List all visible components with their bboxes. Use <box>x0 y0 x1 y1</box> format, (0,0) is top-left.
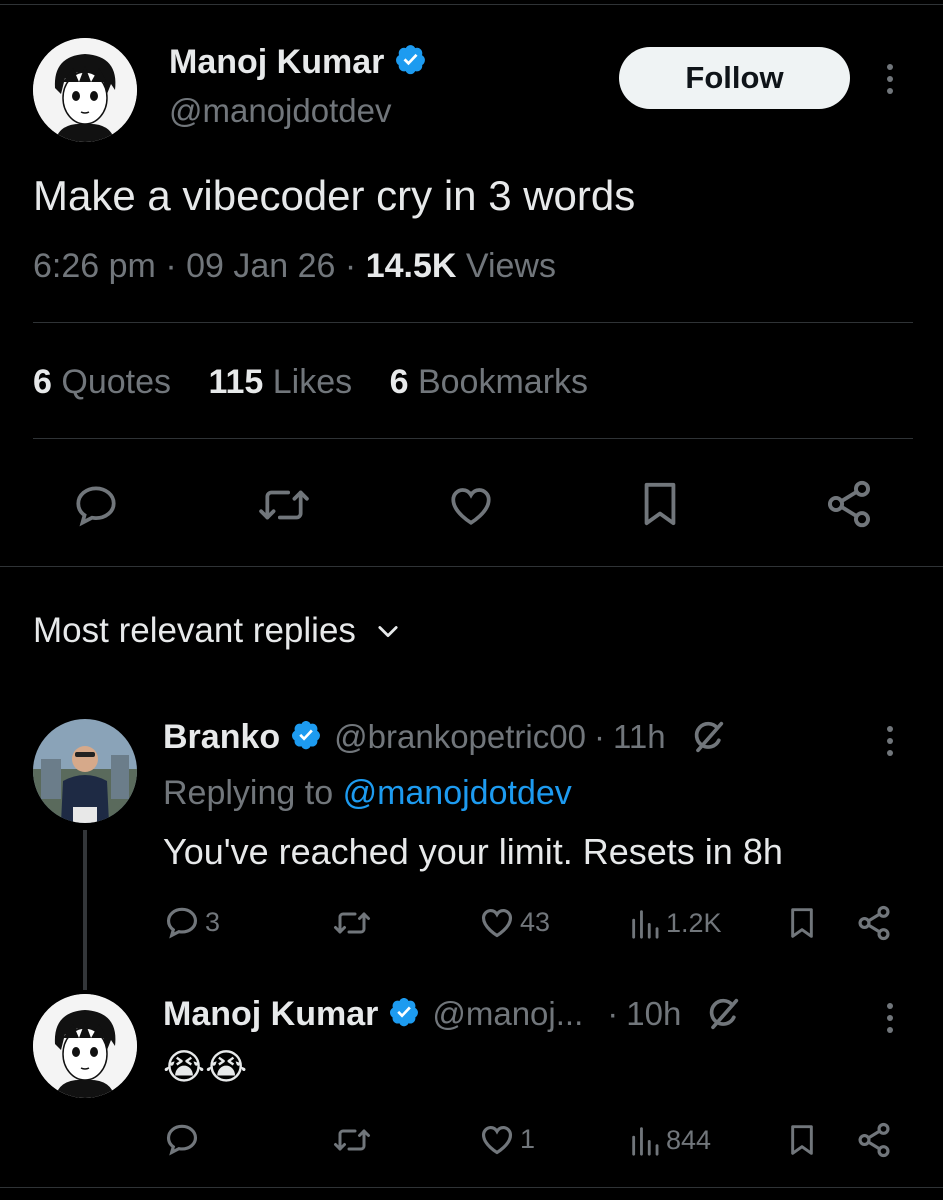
like-button[interactable] <box>445 480 497 530</box>
tweet-time[interactable]: 6:26 pm <box>33 247 156 285</box>
thread-line <box>83 830 87 990</box>
like-icon <box>481 1126 513 1155</box>
like-count: 43 <box>520 906 551 937</box>
views-label: Views <box>465 247 556 285</box>
bookmarks-count: 6 <box>389 363 409 401</box>
reply-header-row: Manoj Kumar @manoj... · 10h <box>163 992 743 1036</box>
more-dots-icon[interactable] <box>887 64 893 94</box>
grok-icon[interactable] <box>688 717 728 757</box>
reply-button[interactable] <box>163 1120 205 1158</box>
reply-author-handle[interactable]: @manoj... <box>432 995 583 1033</box>
replies-header: Most relevant replies <box>33 611 356 650</box>
reply-icon <box>76 486 116 527</box>
repost-icon <box>259 490 309 520</box>
verified-badge-icon <box>290 719 322 756</box>
repost-button[interactable] <box>330 905 378 941</box>
like-icon <box>451 488 491 525</box>
share-icon <box>827 480 871 528</box>
like-count: 1 <box>520 1123 536 1154</box>
repost-button[interactable] <box>330 1122 378 1158</box>
bookmark-button[interactable] <box>786 904 818 942</box>
meta-separator: · <box>593 718 605 755</box>
views-button[interactable]: 1.2K <box>628 905 722 941</box>
views-icon <box>632 910 659 939</box>
bookmarks-label: Bookmarks <box>417 363 589 401</box>
reply-icon <box>166 1124 198 1156</box>
engagement-stats: 6 Quotes 115 Likes 6 Bookmarks <box>33 363 588 402</box>
quotes-stat[interactable]: 6 Quotes <box>33 363 180 401</box>
views-count: 14.5K <box>365 247 457 285</box>
reply-button[interactable] <box>71 480 121 530</box>
more-dots-icon[interactable] <box>887 726 893 756</box>
author-name-row: Manoj Kumar <box>169 42 427 82</box>
bookmarks-stat[interactable]: 6 Bookmarks <box>390 363 588 401</box>
reply-text: 😭😭 <box>163 1046 248 1087</box>
more-dots-icon[interactable] <box>887 1003 893 1033</box>
reply-avatar[interactable] <box>33 719 137 823</box>
likes-count: 115 <box>208 363 264 401</box>
reply-button[interactable]: 3 <box>163 903 220 941</box>
reply-avatar[interactable] <box>33 994 137 1098</box>
quotes-label: Quotes <box>61 363 171 401</box>
replying-handle-link[interactable]: @manojdotdev <box>343 774 572 812</box>
meta-divider <box>33 322 913 323</box>
top-divider <box>0 4 943 5</box>
bottom-divider <box>0 1187 943 1188</box>
bookmark-icon <box>791 1125 813 1155</box>
views-button[interactable]: 844 <box>628 1122 711 1158</box>
author-avatar[interactable] <box>33 38 137 142</box>
follow-button[interactable]: Follow <box>619 47 850 109</box>
tweet-date[interactable]: 09 Jan 26 <box>186 247 335 285</box>
reply-author-name[interactable]: Branko <box>163 718 280 757</box>
reply-icon <box>166 907 198 939</box>
meta-separator: · <box>344 247 366 285</box>
reply-age[interactable]: 11h <box>613 718 666 756</box>
verified-badge-icon <box>388 996 420 1033</box>
grok-icon[interactable] <box>703 994 743 1034</box>
bookmark-button[interactable] <box>786 1121 818 1159</box>
bookmark-icon <box>791 908 813 938</box>
meta-separator: · <box>165 247 187 285</box>
replying-to-line: Replying to @manojdotdev <box>163 774 572 813</box>
meta-separator: · <box>607 995 619 1032</box>
like-button[interactable]: 43 <box>478 903 550 941</box>
like-icon <box>481 909 513 938</box>
likes-label: Likes <box>272 363 353 401</box>
bookmark-icon <box>644 482 676 526</box>
share-button[interactable] <box>855 904 893 942</box>
quotes-count: 6 <box>33 363 52 401</box>
author-handle[interactable]: @manojdotdev <box>169 92 391 130</box>
replies-sort-toggle[interactable]: Most relevant replies <box>33 609 402 653</box>
like-button[interactable]: 1 <box>478 1120 535 1158</box>
section-divider <box>0 566 943 567</box>
reply-header-row: Branko @brankopetric00 · 11h <box>163 715 728 759</box>
views-icon <box>632 1127 659 1156</box>
verified-badge-icon <box>394 43 427 81</box>
share-icon <box>858 905 890 941</box>
reply-text: You've reached your limit. Resets in 8h <box>163 831 783 872</box>
bookmark-button[interactable] <box>637 478 683 530</box>
share-icon <box>858 1122 890 1158</box>
author-name[interactable]: Manoj Kumar <box>169 43 384 82</box>
share-button[interactable] <box>855 1121 893 1159</box>
chevron-down-icon <box>378 626 398 638</box>
replying-prefix: Replying to <box>163 774 334 812</box>
likes-stat[interactable]: 115 Likes <box>208 363 361 401</box>
reply-age[interactable]: 10h <box>626 995 681 1033</box>
view-count: 844 <box>666 1124 712 1155</box>
reply-count: 3 <box>205 906 221 937</box>
repost-icon <box>334 912 370 934</box>
tweet-meta: 6:26 pm · 09 Jan 26 · 14.5K Views <box>33 247 556 286</box>
stats-divider <box>33 438 913 439</box>
view-count: 1.2K <box>666 907 722 938</box>
reply-author-handle[interactable]: @brankopetric00 <box>334 718 586 756</box>
reply-author-name[interactable]: Manoj Kumar <box>163 995 378 1034</box>
share-button[interactable] <box>823 478 875 530</box>
repost-icon <box>334 1129 370 1151</box>
tweet-text: Make a vibecoder cry in 3 words <box>33 172 636 219</box>
repost-button[interactable] <box>254 480 314 530</box>
